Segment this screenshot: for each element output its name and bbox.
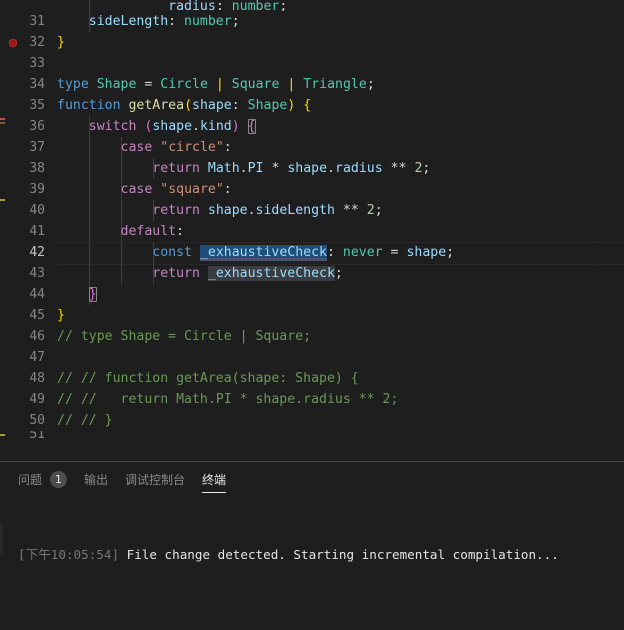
vscode-window: radius: number; 31 sideLength: number; 3… <box>0 0 624 630</box>
code-line-partial-top[interactable]: radius: number; <box>0 0 624 11</box>
line-number-31: 31 <box>29 14 45 29</box>
code-line-38[interactable]: 38 return Math.PI * shape.radius ** 2; <box>0 158 624 179</box>
code-line-32[interactable]: 32 } <box>0 32 624 53</box>
code-line-46[interactable]: 46 // type Shape = Circle | Square; <box>0 326 624 347</box>
code-line-31[interactable]: 31 sideLength: number; <box>0 11 624 32</box>
line-number-33: 33 <box>29 56 45 71</box>
line-number-40: 40 <box>29 203 45 218</box>
timestamp-ampm: 下午 <box>25 547 51 562</box>
comment-text-46: // type Shape = Circle | Square; <box>57 329 312 344</box>
ruler-mark-warning <box>0 122 5 124</box>
line-number-47: 47 <box>29 350 45 365</box>
timestamp-time: 10:05:54 <box>50 547 112 562</box>
panel-tab-debug-console[interactable]: 调试控制台 <box>125 462 185 497</box>
line-number-34: 34 <box>29 77 45 92</box>
code-line-45[interactable]: 45 } <box>0 305 624 326</box>
ruler-mark-change <box>0 199 5 201</box>
ruler-mark-change-2 <box>0 434 5 436</box>
line-number-46: 46 <box>29 329 45 344</box>
line-number-51: 51 <box>29 431 45 439</box>
bracket-close: ] <box>111 547 120 562</box>
overview-ruler[interactable] <box>0 0 5 461</box>
line-number-48: 48 <box>29 371 45 386</box>
panel-tab-problems[interactable]: 问题 1 <box>18 462 68 497</box>
ruler-mark-error <box>0 118 5 120</box>
line-number-44: 44 <box>29 287 45 302</box>
problems-count-badge: 1 <box>50 471 68 488</box>
line-number-41: 41 <box>29 224 45 239</box>
code-editor[interactable]: radius: number; 31 sideLength: number; 3… <box>0 0 624 461</box>
code-line-48[interactable]: 48 // // function getArea(shape: Shape) … <box>0 368 624 389</box>
comment-text-49: // // return Math.PI * shape.radius ** 2… <box>57 392 399 407</box>
code-line-40[interactable]: 40 return shape.sideLength ** 2; <box>0 200 624 221</box>
selected-identifier[interactable]: _exhaustiveCheck <box>199 245 327 261</box>
code-line-51[interactable]: 51 <box>0 431 624 439</box>
panel-tab-terminal[interactable]: 终端 <box>202 462 227 497</box>
panel-tab-problems-label: 问题 <box>18 473 43 487</box>
line-number-39: 39 <box>29 182 45 197</box>
line-number-49: 49 <box>29 392 45 407</box>
code-line-49[interactable]: 49 // // return Math.PI * shape.radius *… <box>0 389 624 410</box>
comment-text-50: // // } <box>57 413 113 428</box>
code-line-50[interactable]: 50 // // } <box>0 410 624 431</box>
code-line-41[interactable]: 41 default: <box>0 221 624 242</box>
terminal-output[interactable]: [下午10:05:54] File change detected. Start… <box>0 497 624 630</box>
line-number-37: 37 <box>29 140 45 155</box>
line-number-43: 43 <box>29 266 45 281</box>
panel-left-accent-bar <box>0 524 3 554</box>
code-line-44[interactable]: 44 } <box>0 284 624 305</box>
code-lines-container[interactable]: radius: number; 31 sideLength: number; 3… <box>0 0 624 461</box>
panel-tab-bar: 问题 1 输出 调试控制台 终端 <box>0 462 624 497</box>
line-number-32: 32 <box>29 35 45 50</box>
bracket-open: [ <box>18 547 26 562</box>
line-number-36: 36 <box>29 119 45 134</box>
panel-tab-debug-console-label: 调试控制台 <box>125 473 186 487</box>
line-number-45: 45 <box>29 308 45 323</box>
line-number-50: 50 <box>29 413 45 428</box>
code-line-47[interactable]: 47 <box>0 347 624 368</box>
code-line-37[interactable]: 37 case "circle": <box>0 137 624 158</box>
code-line-36[interactable]: 36 switch (shape.kind) { <box>0 116 624 137</box>
code-line-43[interactable]: 43 return _exhaustiveCheck; <box>0 263 624 284</box>
panel-tab-output[interactable]: 输出 <box>84 462 108 497</box>
line-number-35: 35 <box>29 98 45 113</box>
panel-tab-terminal-label: 终端 <box>202 473 227 487</box>
code-line-35[interactable]: 35 function getArea(shape: Shape) { <box>0 95 624 116</box>
line-number-38: 38 <box>29 161 45 176</box>
panel-tab-output-label: 输出 <box>84 473 109 487</box>
code-line-42[interactable]: 42 const _exhaustiveCheck: never = shape… <box>0 242 624 265</box>
line-number-gutter <box>0 0 57 11</box>
code-line-34[interactable]: 34 type Shape = Circle | Square | Triang… <box>0 74 624 95</box>
code-line-39[interactable]: 39 case "square": <box>0 179 624 200</box>
occurrence-highlight-identifier[interactable]: _exhaustiveCheck <box>207 266 335 281</box>
code-line-33[interactable]: 33 <box>0 53 624 74</box>
comment-text-48: // // function getArea(shape: Shape) { <box>57 371 359 386</box>
bottom-panel: 问题 1 输出 调试控制台 终端 [下午10:05:54] File chang… <box>0 461 624 630</box>
compile-message: File change detected. Starting increment… <box>119 547 559 562</box>
terminal-line-compile: [下午10:05:54] File change detected. Start… <box>18 545 624 565</box>
line-number-42: 42 <box>29 245 45 260</box>
